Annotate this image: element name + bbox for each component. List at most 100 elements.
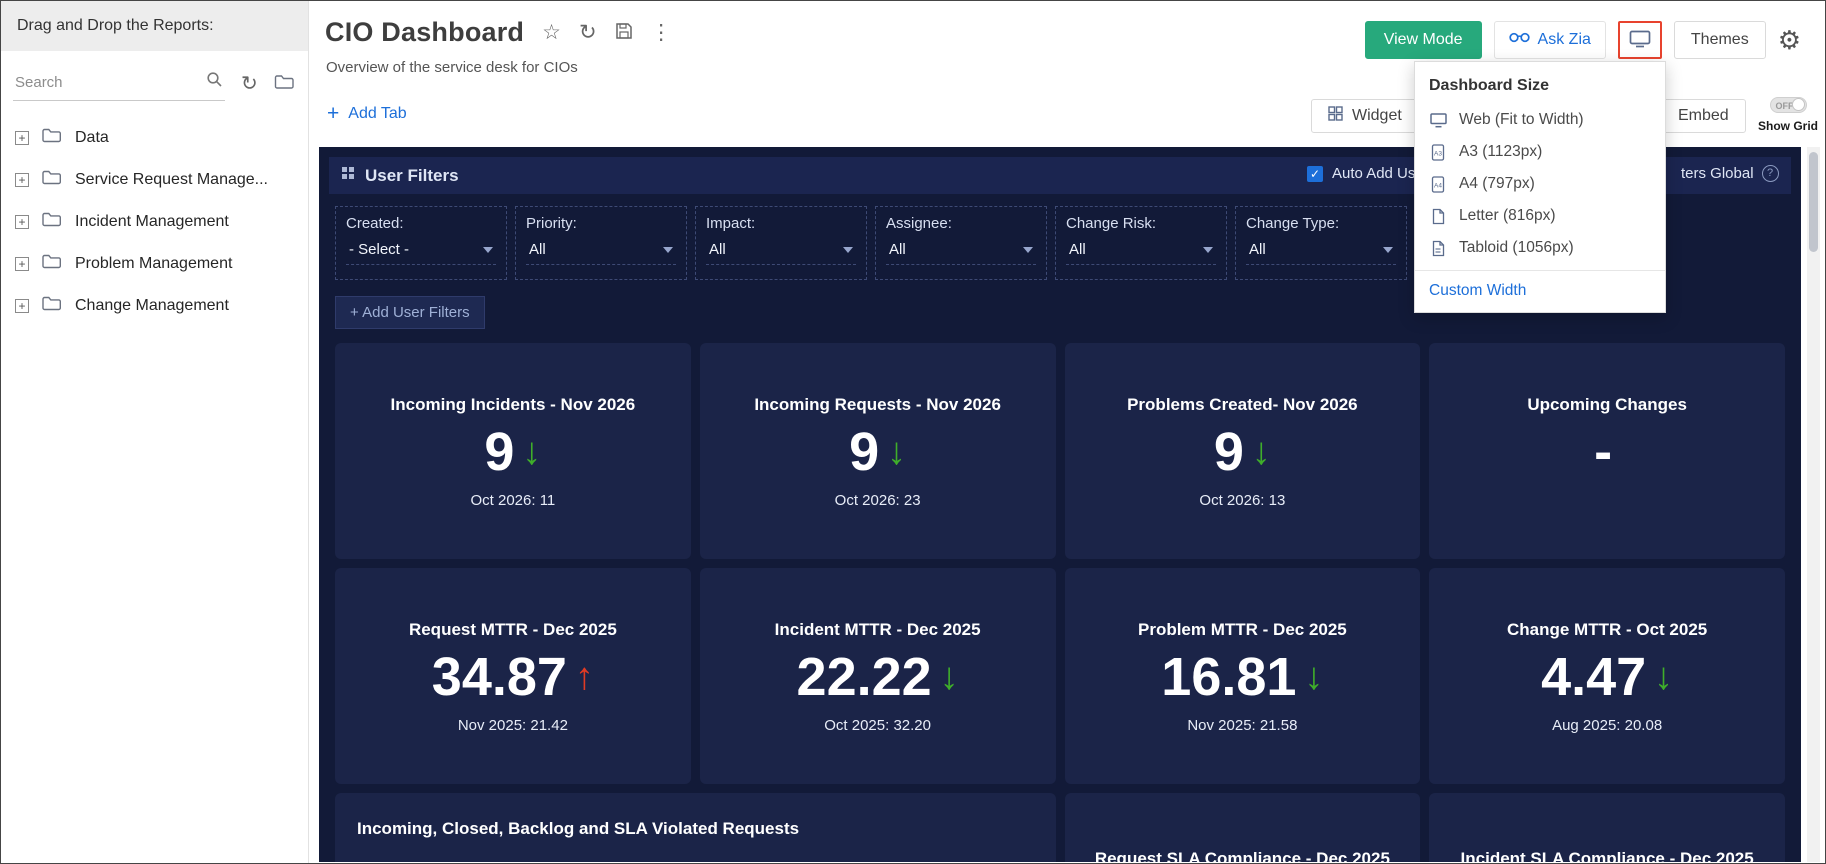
kpi-card-incoming-incidents[interactable]: Incoming Incidents - Nov 2026 9 ↓ Oct 202… [335,343,691,559]
filter-created: Created: - Select - [335,206,507,280]
filter-select[interactable]: All [526,241,676,265]
svg-text:A4: A4 [1434,182,1442,189]
a4-page-icon: A4 [1429,175,1447,193]
kpi-card-change-mttr[interactable]: Change MTTR - Oct 2025 4.47 ↓ Aug 2025: 2… [1429,568,1785,784]
sidebar-item-problem-management[interactable]: + Problem Management [1,243,308,285]
refresh-reports-icon[interactable]: ↻ [241,74,258,94]
expand-icon[interactable]: + [15,299,29,313]
auto-add-label: Auto Add Us [1332,165,1416,182]
kpi-card-problems-created[interactable]: Problems Created- Nov 2026 9 ↓ Oct 2026: … [1064,343,1421,559]
requests-trend-chart-card[interactable]: Incoming, Closed, Backlog and SLA Violat… [335,793,1056,862]
favorite-star-icon[interactable]: ☆ [542,22,561,43]
trend-arrow-icon: ↓ [939,656,959,699]
dashboard-size-button[interactable] [1617,21,1662,59]
card-comparison: Aug 2025: 20.08 [1552,717,1663,735]
chevron-down-icon [1383,246,1393,253]
filter-select[interactable]: All [1246,241,1396,265]
save-icon[interactable] [615,22,633,44]
add-user-filters-button[interactable]: + Add User Filters [335,296,485,329]
embed-button[interactable]: Embed [1661,99,1746,133]
folder-icon [42,212,62,232]
kpi-cards-grid: Incoming Incidents - Nov 2026 9 ↓ Oct 202… [335,343,1785,784]
sidebar-item-change-management[interactable]: + Change Management [1,285,308,327]
kpi-card-request-mttr[interactable]: Request MTTR - Dec 2025 34.87 ↑ Nov 2025:… [335,568,691,784]
chevron-down-icon [483,246,493,253]
filter-assignee: Assignee: All [875,206,1047,280]
sidebar-header-label: Drag and Drop the Reports: [17,17,214,34]
menu-item-tabloid[interactable]: Tabloid (1056px) [1415,232,1665,264]
expand-icon[interactable]: + [15,173,29,187]
menu-item-label: Tabloid (1056px) [1459,239,1574,256]
kpi-card-upcoming-changes[interactable]: Upcoming Changes - [1429,343,1785,559]
themes-button[interactable]: Themes [1673,21,1766,59]
filter-select[interactable]: - Select - [346,241,496,265]
show-grid-toggle[interactable]: OFF [1769,97,1807,113]
folder-view-icon[interactable] [274,74,295,95]
third-row-grid: Incoming, Closed, Backlog and SLA Violat… [335,793,1785,862]
auto-add-user-filters: ✓ Auto Add Us [1307,165,1415,182]
widget-button[interactable]: Widget [1311,99,1419,133]
dashboard-size-menu: Dashboard Size Web (Fit to Width) A3 A3 … [1414,61,1666,313]
trend-arrow-icon: ↓ [887,431,907,474]
filter-select[interactable]: All [1066,241,1216,265]
menu-item-a3[interactable]: A3 A3 (1123px) [1415,136,1665,168]
help-icon[interactable]: ? [1761,165,1779,182]
card-title: Incident MTTR - Dec 2025 [774,620,981,639]
search-input[interactable] [15,73,185,91]
expand-icon[interactable]: + [15,131,29,145]
custom-width-link[interactable]: Custom Width [1415,273,1665,306]
menu-item-letter[interactable]: Letter (816px) [1415,200,1665,232]
grid-handle-icon [341,166,355,185]
trend-arrow-icon: ↑ [574,656,594,699]
report-folder-tree: + Data + Service Request Manage... + Inc… [1,117,308,327]
expand-icon[interactable]: + [15,215,29,229]
refresh-dashboard-icon[interactable]: ↻ [579,22,597,43]
add-tab-label: Add Tab [348,104,407,122]
filter-select[interactable]: All [886,241,1036,265]
sidebar-item-service-request-management[interactable]: + Service Request Manage... [1,159,308,201]
show-grid-label: Show Grid [1758,119,1818,133]
auto-add-checkbox[interactable]: ✓ [1307,165,1323,182]
sidebar-item-incident-management[interactable]: + Incident Management [1,201,308,243]
scrollbar-thumb[interactable] [1809,152,1818,252]
sidebar-header: Drag and Drop the Reports: [1,1,308,51]
card-title: Request MTTR - Dec 2025 [408,620,617,639]
kpi-card-incoming-requests[interactable]: Incoming Requests - Nov 2026 9 ↓ Oct 2026… [699,343,1056,559]
filter-label: Assignee: [886,215,952,232]
card-comparison: Nov 2025: 21.42 [457,717,568,735]
ask-zia-button[interactable]: Ask Zia [1493,21,1606,59]
card-value: 22.22 [796,647,932,707]
filter-select[interactable]: All [706,241,856,265]
incident-sla-compliance-card[interactable]: Incident SLA Compliance - Dec 2025 [1429,793,1785,862]
kpi-card-incident-mttr[interactable]: Incident MTTR - Dec 2025 22.22 ↓ Oct 2025… [699,568,1056,784]
add-tab-button[interactable]: + Add Tab [327,103,407,124]
request-sla-compliance-card[interactable]: Request SLA Compliance - Dec 2025 [1064,793,1421,862]
title-row: CIO Dashboard ☆ ↻ ⋮ [325,17,672,48]
sidebar-item-label: Change Management [75,297,229,314]
monitor-icon [1629,30,1651,51]
search-icon[interactable] [206,71,223,93]
search-box[interactable] [13,67,225,101]
expand-icon[interactable]: + [15,257,29,271]
card-title: Incoming Incidents - Nov 2026 [390,395,636,414]
more-options-icon[interactable]: ⋮ [651,22,672,43]
kpi-card-problem-mttr[interactable]: Problem MTTR - Dec 2025 16.81 ↓ Nov 2025:… [1064,568,1421,784]
sidebar-item-data[interactable]: + Data [1,117,308,159]
card-title: Incoming Requests - Nov 2026 [754,395,1001,414]
a3-page-icon: A3 [1429,143,1447,161]
view-mode-button[interactable]: View Mode [1364,21,1482,59]
page-title: CIO Dashboard [325,17,525,47]
filter-value: - Select - [349,241,410,258]
card-value: 4.47 [1541,647,1647,707]
filter-label: Impact: [706,215,756,232]
menu-item-web-fit-to-width[interactable]: Web (Fit to Width) [1415,104,1665,136]
filters-global-label: ters Global [1681,165,1754,182]
menu-item-a4[interactable]: A4 A4 (797px) [1415,168,1665,200]
svg-text:A3: A3 [1434,150,1442,157]
folder-icon [42,128,62,148]
user-filters-title: User Filters [365,165,459,185]
vertical-scrollbar[interactable] [1807,147,1820,862]
settings-gear-icon[interactable]: ⚙ [1778,25,1801,56]
card-comparison: Oct 2026: 23 [834,492,921,510]
sidebar-item-label: Problem Management [75,255,233,272]
